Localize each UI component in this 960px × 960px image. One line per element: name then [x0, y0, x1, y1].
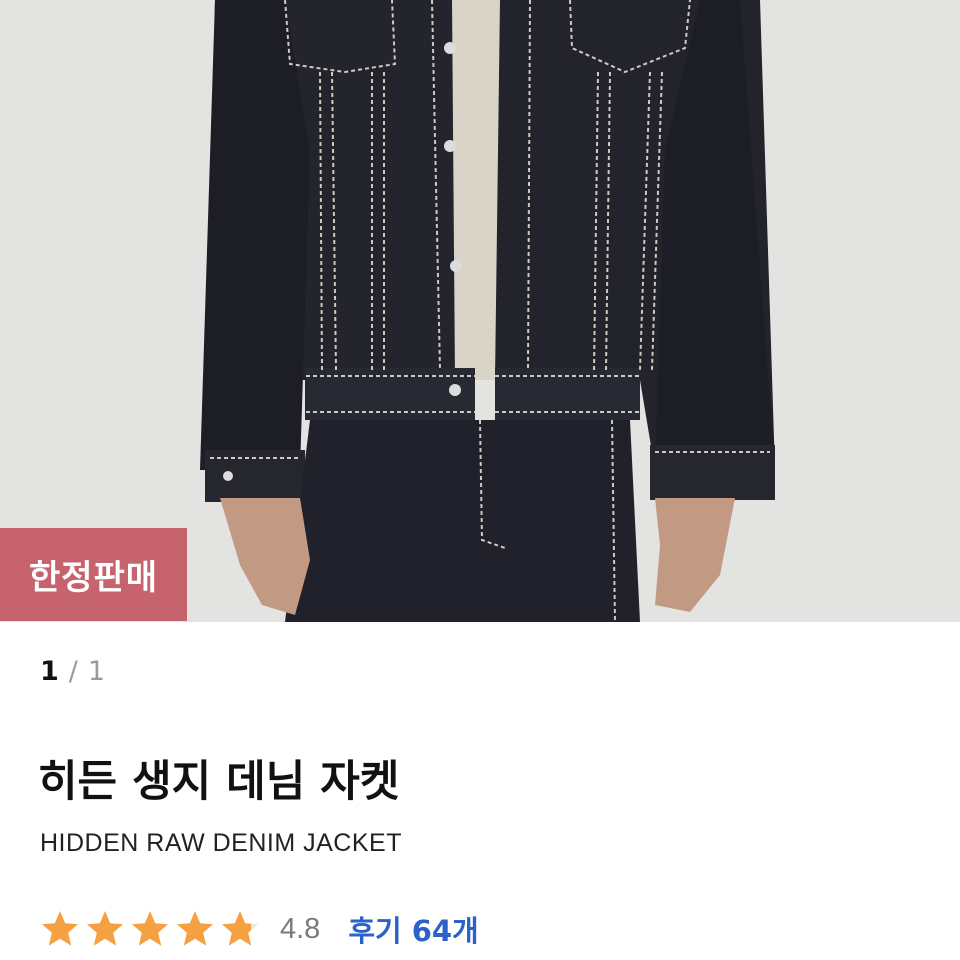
pager-total: 1	[87, 656, 106, 687]
product-image[interactable]: 한정판매	[0, 0, 960, 622]
star-icon	[85, 909, 125, 949]
pager-current: 1	[40, 656, 59, 687]
rating-row: 4.8 후기 64개	[40, 905, 479, 953]
reviews-link[interactable]: 후기 64개	[348, 908, 478, 950]
reviews-count: 64개	[411, 914, 479, 948]
star-icon	[220, 909, 260, 949]
pager-separator: /	[68, 656, 78, 687]
rating-stars	[40, 909, 260, 949]
limited-sale-badge: 한정판매	[0, 528, 187, 621]
product-title: 히든 생지 데님 자켓	[38, 757, 400, 807]
rating-score: 4.8	[280, 912, 321, 945]
star-icon	[130, 909, 170, 949]
product-subtitle-en: HIDDEN RAW DENIM JACKET	[40, 829, 402, 857]
star-icon	[175, 909, 215, 949]
reviews-label: 후기	[348, 914, 402, 948]
star-icon	[40, 909, 80, 949]
image-pager: 1 / 1	[40, 654, 105, 690]
